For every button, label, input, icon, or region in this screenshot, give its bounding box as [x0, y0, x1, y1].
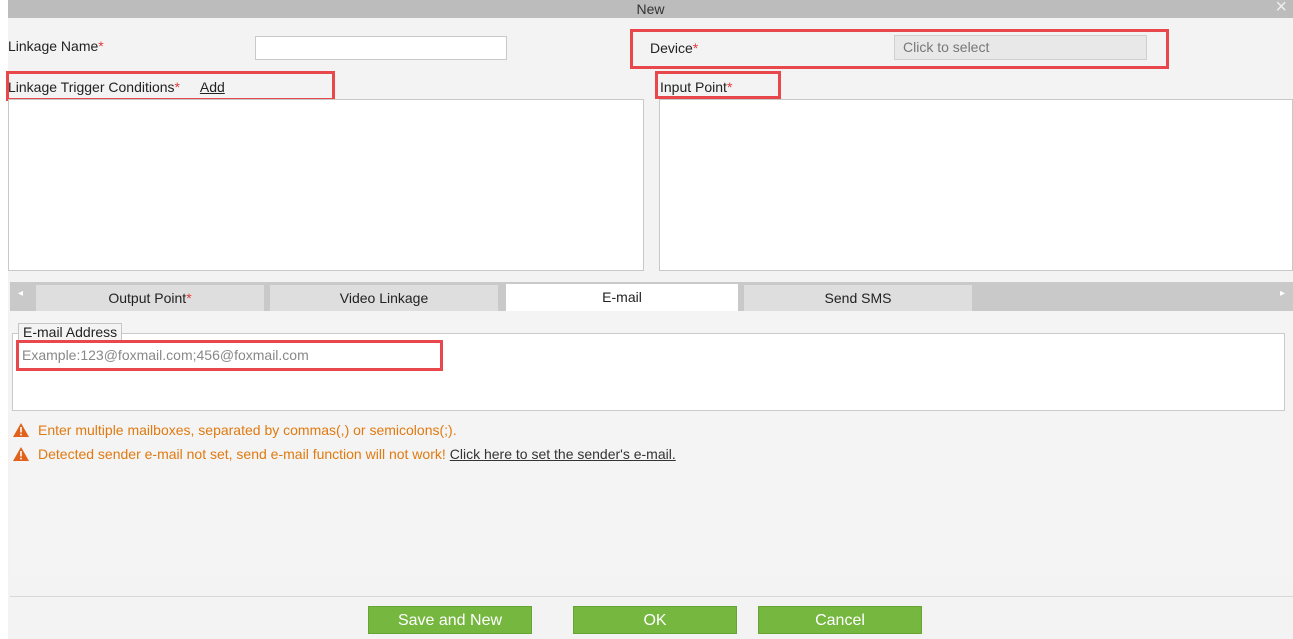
input-point-label: Input Point*	[660, 79, 732, 95]
linkage-tab-bar: ◂ Output Point* Video Linkage E-mail Sen…	[10, 282, 1293, 312]
tab-output-point[interactable]: Output Point*	[36, 285, 264, 311]
required-mark: *	[692, 40, 699, 56]
email-address-legend: E-mail Address	[18, 323, 123, 341]
required-mark: *	[174, 79, 180, 95]
tab-email-label: E-mail	[602, 289, 642, 305]
trigger-conditions-label-text: Linkage Trigger Conditions	[8, 79, 175, 95]
warning-icon	[13, 423, 29, 437]
device-select[interactable]: Click to select	[894, 35, 1147, 60]
hint-multiple-mailboxes-text: Enter multiple mailboxes, separated by c…	[38, 422, 457, 438]
email-address-textarea[interactable]	[12, 333, 1285, 411]
hint-sender-not-set-text: Detected sender e-mail not set, send e-m…	[38, 446, 446, 462]
trigger-conditions-label: Linkage Trigger Conditions* Add	[8, 79, 225, 95]
tab-send-sms[interactable]: Send SMS	[744, 285, 972, 311]
tab-video-linkage-label: Video Linkage	[339, 290, 429, 306]
footer-divider	[10, 596, 1293, 597]
set-sender-email-link[interactable]: Click here to set the sender's e-mail.	[450, 446, 676, 462]
tab-output-point-label: Output Point	[108, 290, 187, 306]
hint-sender-not-set: Detected sender e-mail not set, send e-m…	[12, 446, 676, 462]
close-icon[interactable]: ×	[1275, 0, 1287, 17]
linkage-name-input[interactable]	[255, 36, 507, 60]
tab-send-sms-label: Send SMS	[824, 290, 892, 306]
add-trigger-link[interactable]: Add	[200, 79, 225, 95]
required-mark: *	[186, 290, 192, 306]
dialog-title: New	[636, 1, 665, 17]
tab-email[interactable]: E-mail	[506, 284, 738, 312]
required-mark: *	[726, 79, 733, 95]
device-label-text: Device	[650, 40, 693, 56]
linkage-name-label: Linkage Name*	[8, 38, 104, 54]
warning-icon	[13, 447, 29, 461]
linkage-name-label-text: Linkage Name	[8, 38, 99, 54]
tab-scroll-left-icon[interactable]: ◂	[18, 288, 23, 299]
input-point-label-text: Input Point	[660, 79, 727, 95]
dialog-title-bar: New ×	[8, 0, 1293, 18]
trigger-conditions-list[interactable]	[8, 99, 644, 271]
ok-button[interactable]: OK	[573, 606, 737, 634]
cancel-button[interactable]: Cancel	[758, 606, 922, 634]
device-label: Device*	[650, 40, 698, 56]
save-and-new-button[interactable]: Save and New	[368, 606, 532, 634]
tab-scroll-right-icon[interactable]: ▸	[1280, 288, 1285, 299]
required-mark: *	[98, 38, 104, 54]
email-placeholder: Example:123@foxmail.com;456@foxmail.com	[22, 347, 309, 363]
tab-video-linkage[interactable]: Video Linkage	[270, 285, 498, 311]
hint-multiple-mailboxes: Enter multiple mailboxes, separated by c…	[12, 422, 457, 438]
input-point-list[interactable]	[659, 99, 1293, 271]
